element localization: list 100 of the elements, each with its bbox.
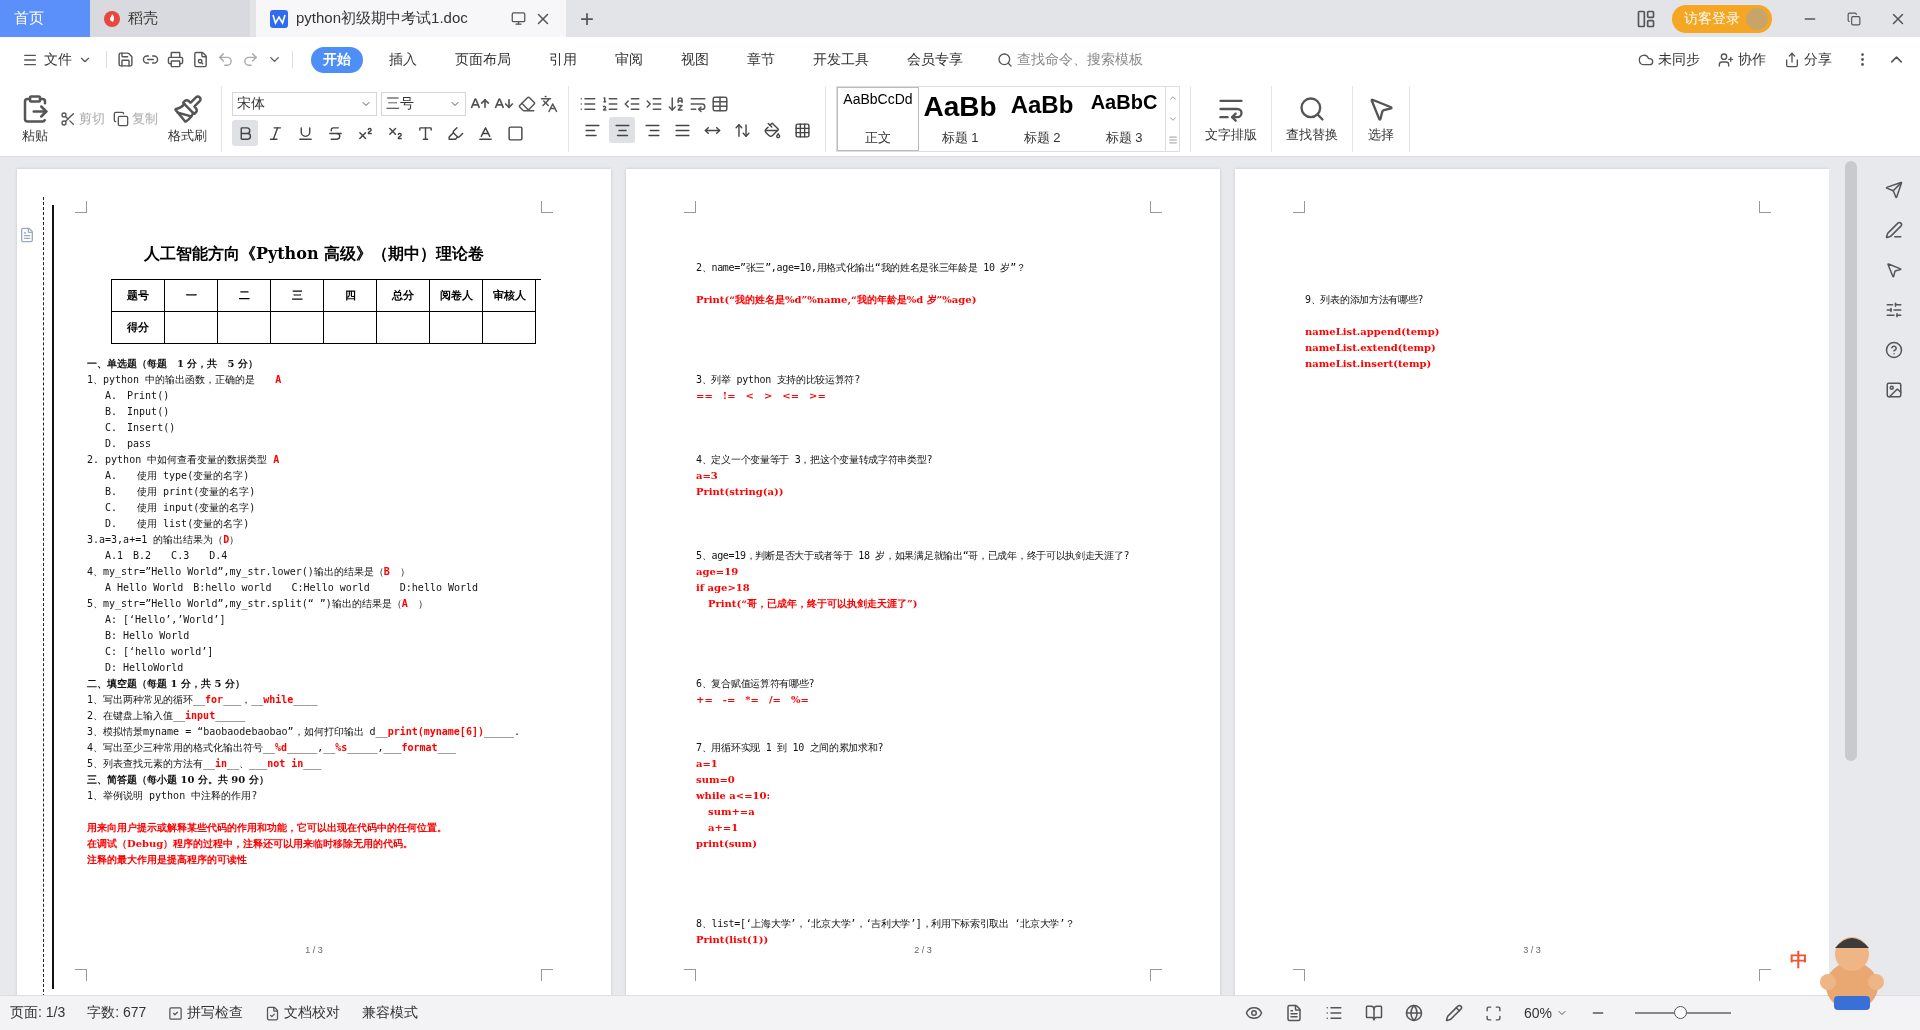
proofread-button[interactable]: 文档校对 xyxy=(265,1004,341,1022)
pinyin-icon[interactable] xyxy=(540,95,558,113)
word-count[interactable]: 字数: 677 xyxy=(87,1004,147,1022)
eraser-icon[interactable] xyxy=(518,95,536,113)
ribbon-tab[interactable]: 页面布局 xyxy=(443,46,523,73)
eye-icon[interactable] xyxy=(1244,1004,1263,1022)
pen-icon[interactable] xyxy=(1885,221,1903,239)
table-icon[interactable] xyxy=(711,95,729,113)
align-center-icon[interactable] xyxy=(609,117,635,143)
answer-text: a=3 xyxy=(696,469,719,483)
ribbon-button[interactable]: 文字排版 xyxy=(1201,92,1261,146)
ribbon-button[interactable]: 格式刷 xyxy=(164,91,211,147)
slider-thumb[interactable] xyxy=(1674,1006,1688,1019)
ribbon-tab[interactable]: 章节 xyxy=(735,46,787,73)
pencil-icon[interactable] xyxy=(1444,1004,1463,1022)
question-text: 9、列表的添加方法有哪些? xyxy=(1305,293,1425,307)
page-number: 1 / 3 xyxy=(304,945,324,955)
avatar-icon xyxy=(1746,7,1768,30)
ribbon-tab[interactable]: 引用 xyxy=(537,46,589,73)
answer-text: a=1 xyxy=(696,757,719,771)
outline-view-icon[interactable] xyxy=(1324,1004,1343,1022)
option-text: A. Print() xyxy=(104,389,171,403)
sliders-icon[interactable] xyxy=(1885,301,1903,319)
flame-icon xyxy=(104,10,120,27)
corner-mark xyxy=(1759,969,1771,981)
question-text: 4、定义一个变量等于 3，把这个变量转成字符串类型? xyxy=(696,453,934,467)
document-icon xyxy=(270,9,288,28)
copy-icon xyxy=(113,111,129,127)
question-text: 8、list=[‘上海大学’，‘北京大学’，‘吉利大学’]，利用下标索引取出 ‘北京大学’？ xyxy=(696,917,1076,931)
table-cell xyxy=(377,312,430,344)
font-size-select[interactable]: 三号 xyxy=(381,92,466,116)
preview-icon[interactable] xyxy=(192,51,209,68)
ribbon-tab[interactable]: 审阅 xyxy=(603,46,655,73)
print-icon[interactable] xyxy=(167,51,184,68)
bullet-list-icon[interactable] xyxy=(579,95,597,113)
save-icon[interactable] xyxy=(117,51,134,68)
ribbon-tab[interactable]: 开发工具 xyxy=(801,46,881,73)
style-preset[interactable]: AaBbCcDd 正文 xyxy=(837,87,919,151)
search-icon xyxy=(1298,94,1326,123)
answer-text: age=19 xyxy=(696,565,740,579)
numbered-list-icon[interactable] xyxy=(601,95,619,113)
option-text: C. 使用 input(变量的名字) xyxy=(104,501,257,515)
ribbon-tab[interactable]: 会员专享 xyxy=(895,46,975,73)
question-text: 2. python 中如何查看变量的数据类型 A xyxy=(87,453,281,467)
page-indicator[interactable]: 页面: 1/3 xyxy=(10,1004,66,1022)
corner-mark xyxy=(541,969,553,981)
question-text: 6、复合赋值运算符有哪些? xyxy=(696,677,816,691)
page-view-icon[interactable] xyxy=(1284,1004,1303,1022)
ime-indicator[interactable]: 中 xyxy=(1790,948,1808,972)
scrollbar[interactable] xyxy=(1845,161,1857,761)
answer-text: == != < > <= >= xyxy=(696,389,827,403)
share-icon xyxy=(1784,51,1800,68)
spell-check-button[interactable]: 拼写检查 xyxy=(168,1004,244,1022)
web-view-icon[interactable] xyxy=(1404,1004,1423,1022)
font-select[interactable]: 宋体 xyxy=(232,92,377,116)
answer-text: Print(list(1)) xyxy=(696,933,770,947)
ribbon-button[interactable]: 选择 xyxy=(1363,92,1399,146)
outdent-icon[interactable] xyxy=(623,95,641,113)
page-number: 3 / 3 xyxy=(1522,945,1542,955)
option-text: A.1 B.2 C.3 D.4 xyxy=(104,549,229,563)
answer-text: nameList.insert(temp) xyxy=(1305,357,1433,371)
send-icon[interactable] xyxy=(1885,181,1903,199)
ribbon-button[interactable]: 粘贴 xyxy=(16,91,54,147)
add-user-icon xyxy=(1718,51,1734,68)
new-tab-button[interactable]: + xyxy=(566,0,608,37)
monitor-icon[interactable] xyxy=(511,11,526,26)
command-search[interactable]: 查找命令、搜索模板 xyxy=(997,50,1143,69)
option-text: D. pass xyxy=(104,437,153,451)
checkbox-icon xyxy=(168,1005,184,1021)
option-text: A. 使用 type(变量的名字) xyxy=(104,469,251,483)
corner-mark xyxy=(75,201,87,213)
toolbar-action[interactable]: 未同步 xyxy=(1638,50,1700,69)
toolbar-action[interactable]: 协作 xyxy=(1718,50,1766,69)
read-view-icon[interactable] xyxy=(1364,1004,1383,1022)
corner-mark xyxy=(1759,201,1771,213)
document-tab[interactable]: python初级期中考试1.doc xyxy=(256,0,566,37)
fit-icon[interactable] xyxy=(1484,1004,1502,1022)
bold-icon[interactable] xyxy=(232,120,258,146)
wrap-icon[interactable] xyxy=(689,95,707,113)
answer-text: print(sum) xyxy=(696,837,758,851)
sort-icon[interactable] xyxy=(667,95,685,113)
help-icon[interactable] xyxy=(1885,341,1903,359)
toolbar-action[interactable]: 分享 xyxy=(1784,50,1832,69)
answer-text: Print(string(a)) xyxy=(696,485,785,499)
indent-icon[interactable] xyxy=(645,95,663,113)
document-tab[interactable]: 稻壳 xyxy=(90,0,250,37)
corner-mark xyxy=(541,201,553,213)
ribbon-tab[interactable]: 插入 xyxy=(377,46,429,73)
ribbon-button[interactable]: 查找替换 xyxy=(1282,92,1342,146)
answer-text: nameList.extend(temp) xyxy=(1305,341,1437,355)
option-text: B. Input() xyxy=(104,405,171,419)
image-icon[interactable] xyxy=(1885,381,1903,399)
pointer-icon[interactable] xyxy=(1885,261,1903,279)
file-menu[interactable]: 文件 xyxy=(14,50,100,69)
section-heading: 二、填空题（每题 1 分，共 5 分） xyxy=(87,677,246,691)
table-cell: 四 xyxy=(324,280,377,312)
zoom-select[interactable]: 60% xyxy=(1523,1005,1568,1021)
answer-text: while a<=10: xyxy=(696,789,772,803)
ribbon-tab[interactable]: 视图 xyxy=(669,46,721,73)
corner-mark xyxy=(1150,969,1162,981)
